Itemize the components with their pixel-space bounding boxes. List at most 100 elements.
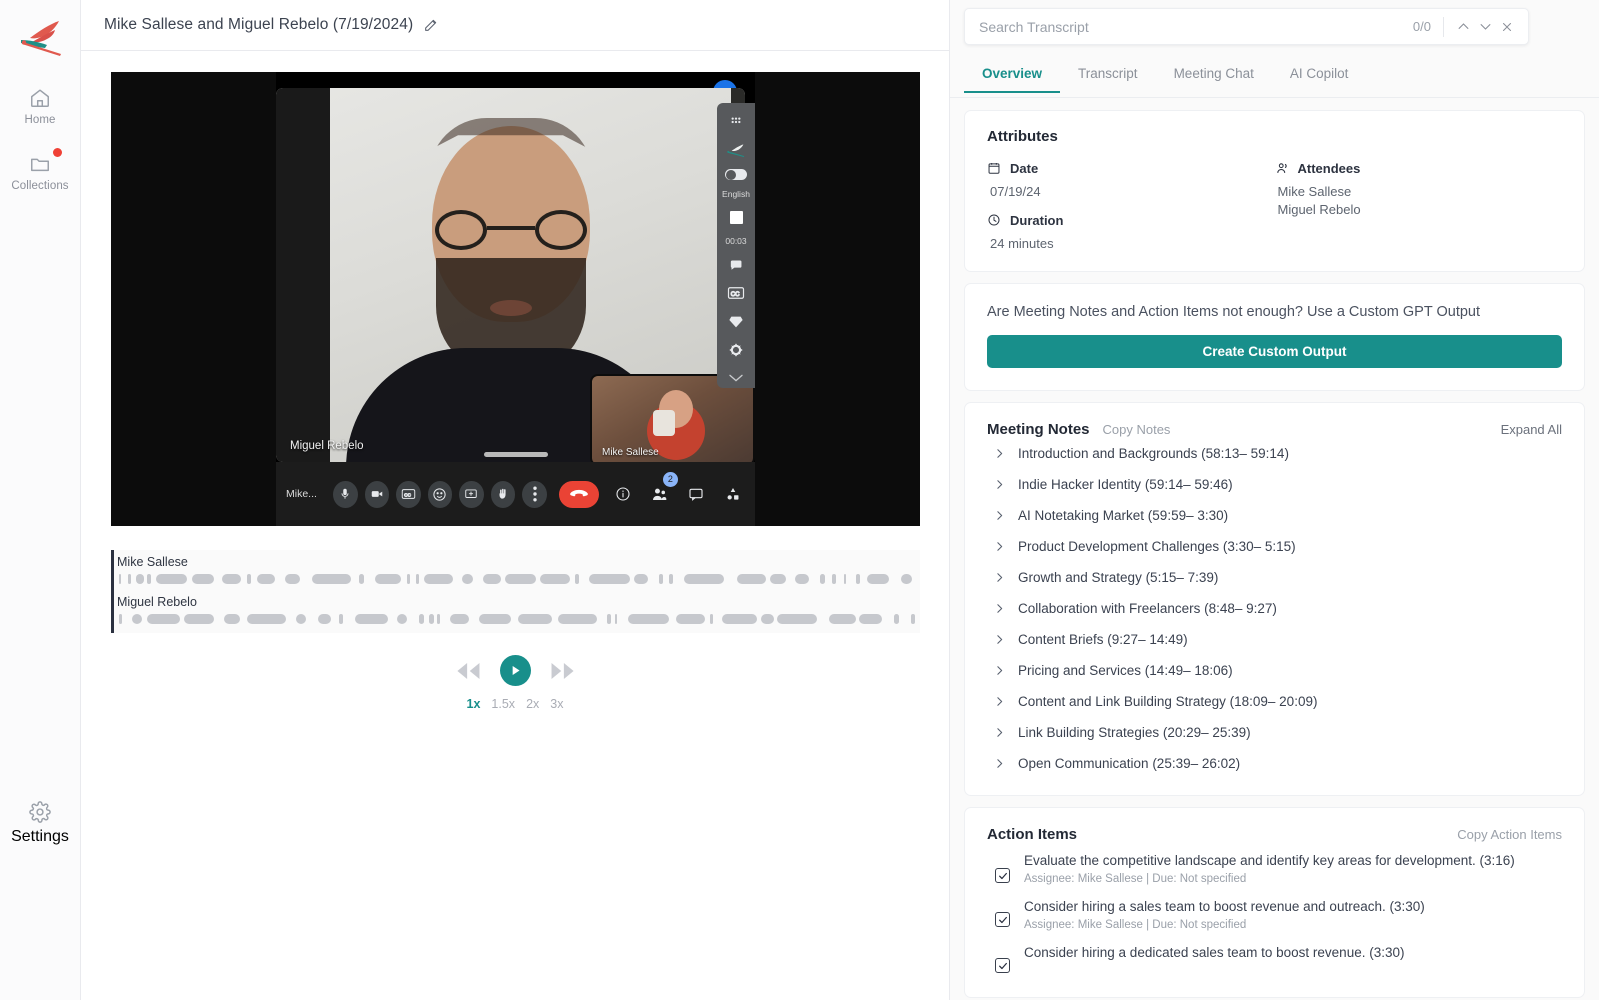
- meeting-note-item[interactable]: Product Development Challenges (3:30– 5:…: [987, 531, 1562, 562]
- fast-forward-icon[interactable]: [548, 661, 578, 681]
- hang-up-icon[interactable]: [558, 480, 599, 508]
- waveform-bar: [296, 614, 306, 624]
- duration-label: Duration: [1010, 213, 1064, 228]
- waveform-bar: [462, 574, 473, 584]
- tab-transcript[interactable]: Transcript: [1060, 58, 1156, 93]
- emoji-icon[interactable]: [427, 480, 453, 508]
- search-result-count: 0/0: [1412, 19, 1431, 34]
- meeting-note-item[interactable]: Content Briefs (9:27– 14:49): [987, 624, 1562, 655]
- meeting-note-item[interactable]: Open Communication (25:39– 26:02): [987, 748, 1562, 779]
- playback-speed-selector[interactable]: 1x 1.5x 2x 3x: [467, 697, 564, 711]
- edit-pencil-icon[interactable]: [423, 17, 439, 33]
- waveform-bar: [829, 614, 856, 624]
- gear-icon: [29, 801, 51, 828]
- waveform-bar: [192, 574, 214, 584]
- meeting-note-item[interactable]: AI Notetaking Market (59:59– 3:30): [987, 500, 1562, 531]
- chevron-down-icon[interactable]: [1474, 16, 1496, 38]
- collections-notification-dot: [53, 148, 62, 157]
- speaker-waveform-timeline[interactable]: Mike Sallese Miguel Rebelo: [111, 550, 920, 633]
- action-item-checkbox[interactable]: [995, 868, 1010, 883]
- closed-captions-icon[interactable]: CC: [396, 480, 421, 508]
- close-icon[interactable]: [1496, 16, 1518, 38]
- duration-field: Duration: [987, 213, 1275, 228]
- meeting-note-item[interactable]: Indie Hacker Identity (59:14– 59:46): [987, 469, 1562, 500]
- waveform-bar: [518, 614, 552, 624]
- waveform-speaker-name: Mike Sallese: [117, 555, 188, 569]
- more-options-icon[interactable]: [522, 480, 547, 508]
- raise-hand-icon[interactable]: [490, 480, 516, 508]
- present-screen-icon[interactable]: [459, 480, 484, 508]
- home-icon: [28, 86, 52, 110]
- meeting-note-item[interactable]: Growth and Strategy (5:15– 7:39): [987, 562, 1562, 593]
- tab-meeting-chat[interactable]: Meeting Chat: [1156, 58, 1272, 93]
- action-item-checkbox[interactable]: [995, 912, 1010, 928]
- pip-video-name-label: Mike Sallese: [602, 447, 659, 458]
- recording-toggle[interactable]: [725, 168, 747, 181]
- diamond-upgrade-icon[interactable]: [726, 312, 746, 331]
- collapse-chevron-icon[interactable]: [726, 369, 746, 388]
- play-icon[interactable]: [499, 655, 531, 686]
- attributes-title: Attributes: [987, 128, 1058, 145]
- action-item-checkbox[interactable]: [995, 958, 1010, 974]
- chat-icon[interactable]: [684, 481, 709, 508]
- meeting-info-icon[interactable]: [611, 481, 636, 508]
- grid-apps-icon[interactable]: [726, 112, 746, 131]
- left-nav-rail: Home Collections Settings: [0, 0, 81, 1000]
- chevron-up-icon[interactable]: [1452, 16, 1474, 38]
- meeting-note-item[interactable]: Introduction and Backgrounds (58:13– 59:…: [987, 438, 1562, 469]
- chat-bubble-icon[interactable]: [726, 255, 746, 274]
- meeting-note-label: Pricing and Services (14:49– 18:06): [1018, 663, 1233, 678]
- attributes-right-column: Attendees Mike Sallese Miguel Rebelo: [1275, 161, 1563, 251]
- speed-option-1x[interactable]: 1x: [467, 697, 481, 711]
- waveform-bar: [450, 614, 469, 624]
- meeting-notes-list: Introduction and Backgrounds (58:13– 59:…: [987, 438, 1562, 779]
- date-label: Date: [1010, 161, 1039, 176]
- create-custom-output-button[interactable]: Create Custom Output: [987, 335, 1562, 368]
- meet-control-bar: Mike... CC 2: [276, 452, 755, 526]
- microphone-icon[interactable]: [333, 480, 358, 508]
- waveform-bar: [247, 614, 286, 624]
- waveform-bar: [820, 574, 825, 584]
- meeting-note-item[interactable]: Pricing and Services (14:49– 18:06): [987, 655, 1562, 686]
- speed-option-2x[interactable]: 2x: [526, 697, 539, 711]
- chevron-right-icon: [993, 695, 1006, 708]
- camera-icon[interactable]: [364, 480, 390, 508]
- people-icon[interactable]: 2: [647, 471, 678, 508]
- video-player[interactable]: Miguel Rebelo Mike Sallese English 00:03…: [111, 72, 920, 526]
- meeting-note-item[interactable]: Collaboration with Freelancers (8:48– 9:…: [987, 593, 1562, 624]
- meeting-note-item[interactable]: Content and Link Building Strategy (18:0…: [987, 686, 1562, 717]
- sidebar-item-settings[interactable]: Settings: [4, 801, 76, 846]
- expand-all-button[interactable]: Expand All: [1501, 422, 1562, 437]
- rewind-icon[interactable]: [453, 661, 483, 681]
- meeting-note-label: Content and Link Building Strategy (18:0…: [1018, 694, 1318, 709]
- copy-action-items-button[interactable]: Copy Action Items: [1457, 827, 1562, 842]
- meeting-note-label: Growth and Strategy (5:15– 7:39): [1018, 570, 1219, 585]
- speed-option-3x[interactable]: 3x: [550, 697, 563, 711]
- action-item-meta: Assignee: Mike Sallese | Due: Not specif…: [1024, 873, 1247, 886]
- fireflies-bird-logo[interactable]: [16, 16, 64, 60]
- drag-handle[interactable]: [483, 452, 548, 457]
- action-items-list: Evaluate the competitive landscape and i…: [987, 843, 1562, 977]
- waveform-bars: [117, 611, 920, 627]
- speed-option-1.5x[interactable]: 1.5x: [491, 697, 515, 711]
- stop-recording-icon[interactable]: [726, 208, 746, 227]
- waveform-bar: [901, 574, 912, 584]
- search-input[interactable]: [979, 18, 1413, 35]
- waveform-bar: [505, 574, 536, 584]
- attributes-card: Attributes Date 07/19/24 Duration 24 min…: [964, 110, 1585, 272]
- sidebar-item-collections[interactable]: Collections: [4, 148, 76, 192]
- meeting-note-label: Indie Hacker Identity (59:14– 59:46): [1018, 477, 1233, 492]
- copy-notes-button[interactable]: Copy Notes: [1103, 422, 1171, 437]
- activities-icon[interactable]: [720, 481, 745, 508]
- sidebar-item-home[interactable]: Home: [4, 86, 76, 126]
- fireflies-bird-icon[interactable]: [726, 140, 746, 159]
- attendee-name: Miguel Rebelo: [1277, 202, 1361, 217]
- playhead-cursor[interactable]: [111, 550, 114, 633]
- tab-ai-copilot[interactable]: AI Copilot: [1272, 58, 1367, 93]
- tab-overview[interactable]: Overview: [964, 58, 1060, 93]
- closed-captions-icon[interactable]: CC: [726, 284, 746, 303]
- chevron-right-icon: [993, 478, 1006, 491]
- meeting-note-item[interactable]: Link Building Strategies (20:29– 25:39): [987, 717, 1562, 748]
- waveform-bar: [761, 614, 774, 624]
- gear-icon[interactable]: [726, 340, 746, 359]
